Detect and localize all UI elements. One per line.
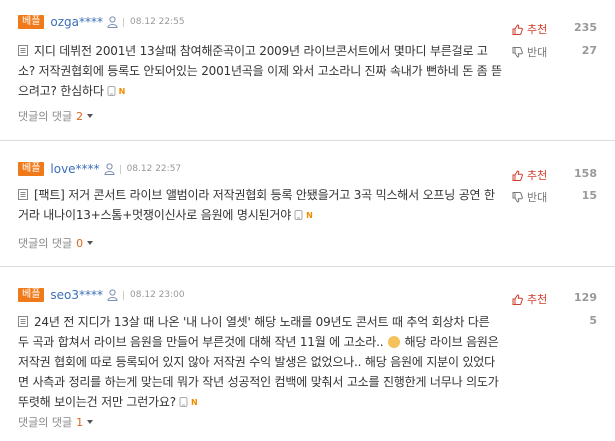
chevron-down-icon xyxy=(87,420,94,424)
best-badge: 베플 xyxy=(18,288,45,302)
upvote-label: 추천 xyxy=(527,169,548,182)
new-icon: N xyxy=(306,211,313,220)
user-icon[interactable] xyxy=(107,289,118,301)
document-icon xyxy=(18,45,28,56)
comment-time: 08.12 22:55 xyxy=(130,17,185,27)
upvote-count: 235 xyxy=(574,21,597,34)
document-icon xyxy=(18,316,28,327)
best-badge: 베플 xyxy=(18,15,45,29)
divider xyxy=(119,164,121,174)
chevron-down-icon xyxy=(87,114,94,118)
replies-label: 댓글의 댓글 xyxy=(18,416,73,429)
upvote-label: 추천 xyxy=(527,23,548,36)
downvote-count: 15 xyxy=(581,189,597,202)
nickname-link[interactable]: seo3**** xyxy=(50,288,103,302)
mobile-icon xyxy=(179,397,188,407)
comment-meta: 베플 seo3**** 08.12 23:00 xyxy=(18,287,185,303)
divider xyxy=(123,17,125,27)
upvote-button[interactable]: 추천 xyxy=(512,21,547,37)
comment-body: 지디 데뷔전 2001년 13살때 참여해준곡이고 2009년 라이브콘서트에서… xyxy=(18,44,502,98)
downvote-button[interactable]: 반대 xyxy=(512,44,547,60)
downvote-label: 반대 xyxy=(527,46,548,59)
comment-item: 베플 love**** 08.12 22:57 [팩트] 저거 콘서트 라이브 … xyxy=(0,141,615,267)
thumbs-down-icon xyxy=(512,47,523,58)
upvote-count: 158 xyxy=(574,167,597,180)
downvote-label: 반대 xyxy=(527,191,548,204)
comment-item: 베플 seo3**** 08.12 23:00 24년 전 지디가 13살 때 … xyxy=(0,267,615,441)
replies-count: 1 xyxy=(76,415,84,429)
comment-text: 24년 전 지디가 13살 때 나온 '내 나이 열셋' 해당 노래를 09년도… xyxy=(18,312,503,413)
nickname-link[interactable]: love**** xyxy=(50,162,99,176)
comment-meta: 베플 love**** 08.12 22:57 xyxy=(18,161,181,177)
divider xyxy=(123,290,125,300)
replies-count: 2 xyxy=(76,109,84,123)
thumbs-up-icon xyxy=(512,24,523,35)
upvote-button[interactable]: 추천 xyxy=(512,291,547,307)
best-badge: 베플 xyxy=(18,162,45,176)
replies-toggle[interactable]: 댓글의 댓글 1 xyxy=(18,414,94,430)
nickname-link[interactable]: ozga**** xyxy=(50,15,103,29)
document-icon xyxy=(18,189,28,200)
thumbs-up-icon xyxy=(512,170,523,181)
upvote-count: 129 xyxy=(574,291,597,304)
upvote-button[interactable]: 추천 xyxy=(512,167,547,183)
downvote-button[interactable]: 반대 xyxy=(512,189,547,205)
comment-item: 베플 ozga**** 08.12 22:55 지디 데뷔전 2001년 13살… xyxy=(0,0,615,141)
comment-body: [팩트] 저거 콘서트 라이브 앨범이라 저작권협회 등록 안됐을거고 3곡 믹… xyxy=(18,188,495,222)
thumbs-up-icon xyxy=(512,294,523,305)
comment-meta: 베플 ozga**** 08.12 22:55 xyxy=(18,14,185,30)
comment-text: 지디 데뷔전 2001년 13살때 참여해준곡이고 2009년 라이브콘서트에서… xyxy=(18,41,503,102)
comment-time: 08.12 22:57 xyxy=(126,164,182,174)
comment-time: 08.12 23:00 xyxy=(130,290,185,300)
replies-label: 댓글의 댓글 xyxy=(18,237,73,250)
emoji-icon xyxy=(388,336,401,348)
comment-text: [팩트] 저거 콘서트 라이브 앨범이라 저작권협회 등록 안됐을거고 3곡 믹… xyxy=(18,185,503,226)
replies-toggle[interactable]: 댓글의 댓글 0 xyxy=(18,235,94,251)
replies-count: 0 xyxy=(76,236,84,250)
mobile-icon xyxy=(294,210,303,220)
replies-toggle[interactable]: 댓글의 댓글 2 xyxy=(18,108,94,124)
mobile-icon xyxy=(107,86,116,96)
user-icon[interactable] xyxy=(107,16,118,28)
downvote-count: 5 xyxy=(589,314,597,327)
chevron-down-icon xyxy=(87,241,94,245)
user-icon[interactable] xyxy=(104,163,115,175)
new-icon: N xyxy=(190,398,198,407)
new-icon: N xyxy=(118,87,126,96)
replies-label: 댓글의 댓글 xyxy=(18,110,73,123)
thumbs-down-icon xyxy=(512,192,523,203)
downvote-count: 27 xyxy=(581,44,597,57)
upvote-label: 추천 xyxy=(527,293,548,306)
